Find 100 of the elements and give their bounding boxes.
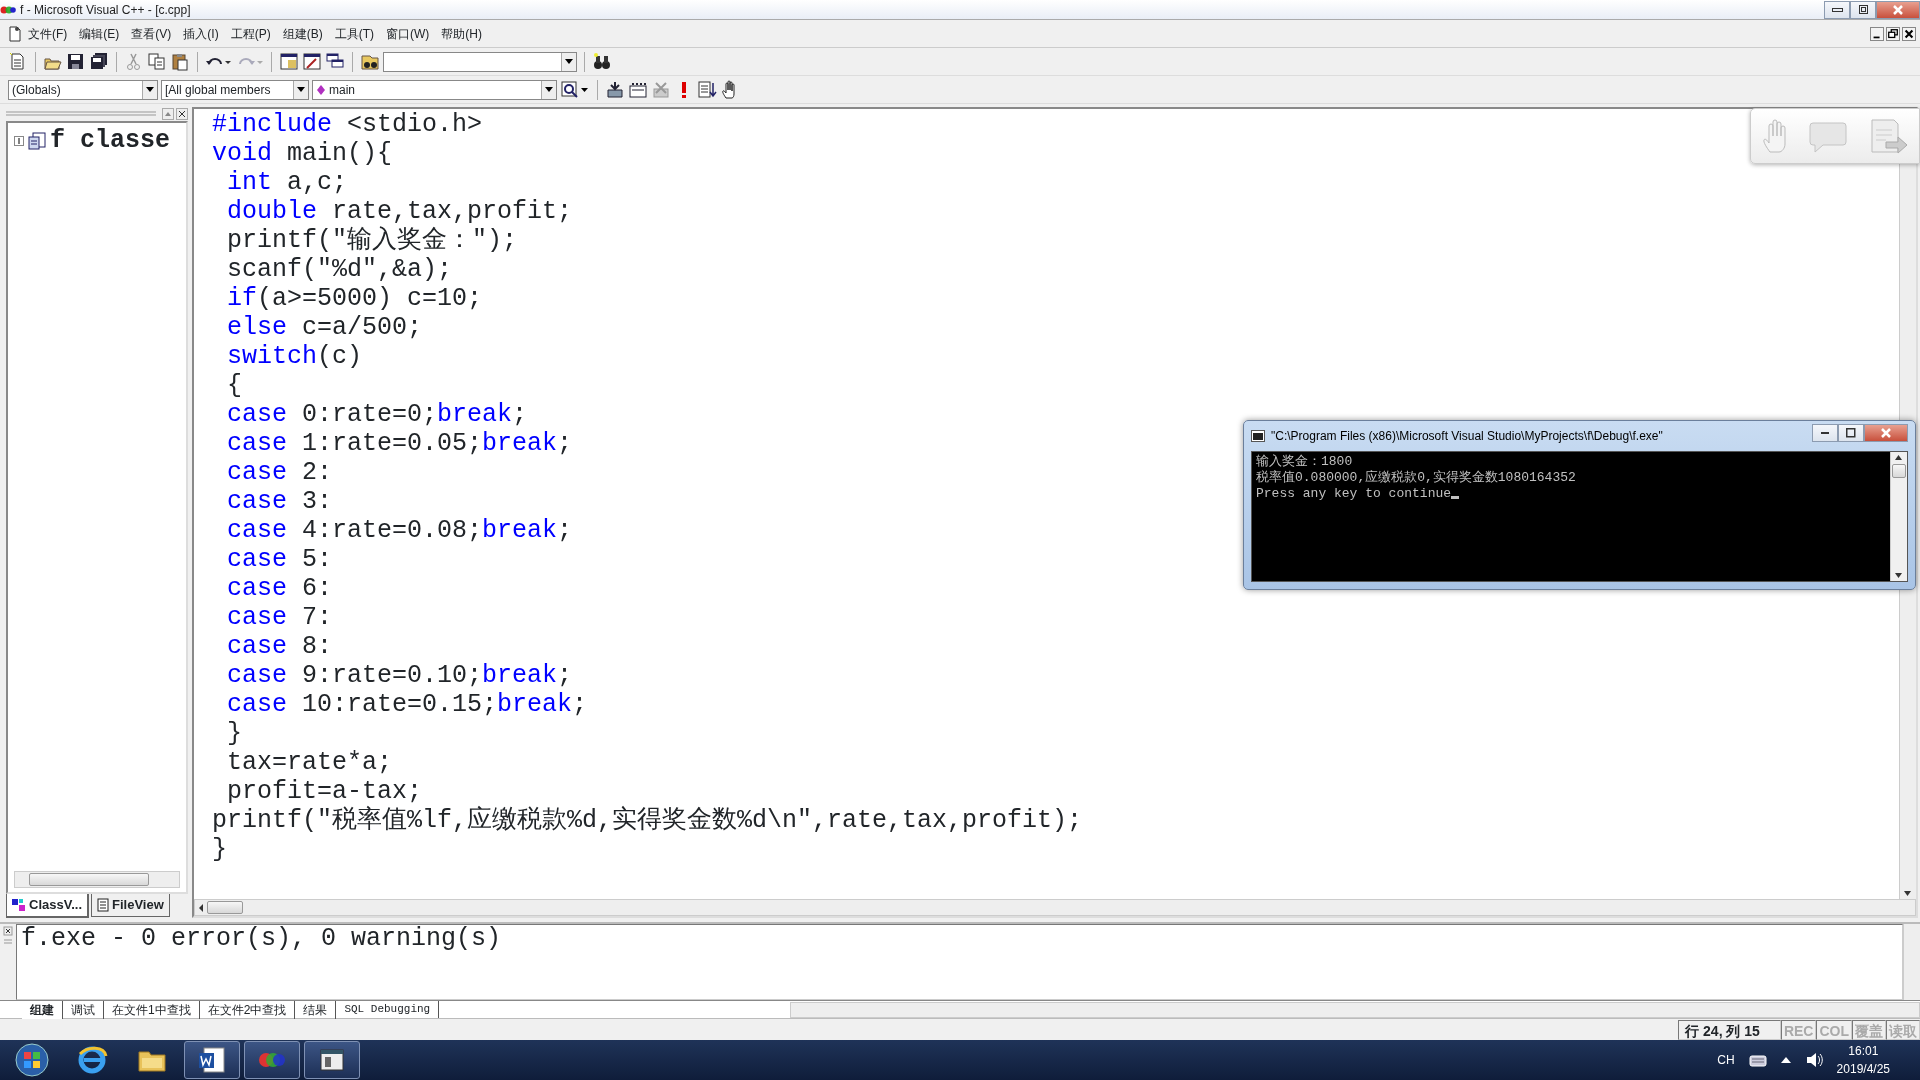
close-icon[interactable] [1902, 26, 1916, 41]
code-line: switch(c) [226, 342, 363, 371]
close-icon[interactable] [176, 108, 188, 120]
maximize-button[interactable] [1838, 424, 1864, 442]
clock-time[interactable]: 16:01 [1848, 1042, 1879, 1060]
clipboard-icon[interactable] [170, 51, 190, 72]
code-line: } [226, 719, 242, 748]
restore-button[interactable] [1850, 0, 1876, 19]
status-indicator: 覆盖 [1852, 1019, 1886, 1040]
output-tab[interactable]: 结果 [295, 1000, 337, 1019]
magnifier-icon[interactable] [560, 79, 590, 100]
taskbar-button[interactable] [304, 1041, 360, 1079]
document-icon [8, 25, 22, 42]
code-line: tax=rate*a; [226, 748, 393, 777]
close-button[interactable] [1864, 424, 1908, 442]
code-line: void main(){ [212, 139, 393, 168]
code-line: { [226, 371, 242, 400]
save-all-icon[interactable] [89, 51, 109, 72]
code-line: case 5: [226, 545, 333, 574]
restore-icon[interactable] [1886, 26, 1900, 41]
document-icon [97, 897, 109, 912]
text-cursor [1451, 496, 1460, 499]
panel-tab[interactable]: FileView [91, 894, 170, 917]
console-icon [1251, 430, 1265, 442]
copy-icon[interactable] [147, 51, 167, 72]
horizontal-scrollbar[interactable] [194, 899, 1916, 916]
function-combo[interactable]: main [312, 79, 557, 100]
compile-icon[interactable] [605, 79, 625, 100]
code-line: else c=a/500; [226, 313, 423, 342]
code-line: case 3: [226, 487, 333, 516]
diamond-icon [316, 83, 326, 96]
close-button[interactable] [1876, 0, 1920, 19]
close-icon [1881, 428, 1891, 438]
menu-item[interactable]: 插入(I) [177, 22, 225, 45]
panel-tab[interactable]: ClassV... [6, 894, 89, 918]
code-line: case 10:rate=0.15;break; [226, 690, 588, 719]
code-line: case 4:rate=0.08;break; [226, 516, 573, 545]
tree-item[interactable]: f classe [50, 127, 171, 155]
scrollbar-thumb[interactable] [29, 873, 149, 886]
menu-item[interactable]: 文件(F) [22, 22, 74, 45]
window-icon[interactable] [279, 51, 299, 72]
menu-item[interactable]: 工程(P) [224, 22, 277, 45]
status-indicator: 读取 [1886, 1019, 1920, 1040]
expand-icon[interactable] [14, 136, 24, 146]
minimize-button[interactable] [1812, 424, 1838, 442]
output-tab[interactable]: 组建 [22, 1000, 63, 1019]
pane-grip-icon [3, 926, 13, 944]
console-line: 输入奖金：1800 [1256, 454, 1354, 470]
output-text: f.exe - 0 error(s), 0 warning(s) [16, 924, 1903, 1000]
horizontal-scrollbar[interactable] [14, 871, 180, 888]
menu-item[interactable]: 帮助(H) [435, 22, 488, 45]
minimize-button[interactable] [1824, 0, 1850, 19]
menu-item[interactable]: 查看(V) [125, 22, 178, 45]
output-tab[interactable]: 在文件2中查找 [199, 1000, 296, 1019]
speaker-icon[interactable] [1804, 1052, 1823, 1068]
dropdown-arrow-icon [545, 87, 553, 92]
class-combo[interactable]: (Globals) [8, 79, 158, 100]
output-tab[interactable]: 在文件1中查找 [104, 1000, 200, 1019]
status-indicator: COL [1816, 1019, 1852, 1040]
list-arrow-icon[interactable] [697, 79, 717, 100]
code-line: } [212, 835, 227, 864]
save-icon[interactable] [66, 51, 86, 72]
menu-item[interactable]: 编辑(E) [73, 22, 126, 45]
clock-date[interactable]: 2019/4/25 [1836, 1060, 1890, 1078]
document-w-icon [196, 1044, 228, 1076]
console-line: Press any key to continue [1256, 486, 1886, 502]
browser-icon [76, 1044, 108, 1076]
close-icon [1893, 4, 1903, 15]
up-arrow-icon[interactable] [1780, 1056, 1791, 1064]
binoculars-icon[interactable] [592, 51, 612, 72]
vertical-scrollbar[interactable] [1890, 452, 1907, 581]
scrollbar-thumb[interactable] [207, 901, 243, 914]
output-tab[interactable]: SQL Debugging [336, 1001, 440, 1018]
language-indicator[interactable]: CH [1717, 1051, 1735, 1069]
code-line: case 6: [226, 574, 333, 603]
filter-combo[interactable]: [All global members [161, 79, 309, 100]
code-line: case 7: [226, 603, 333, 632]
keyboard-icon[interactable] [1748, 1053, 1767, 1067]
menu-item[interactable]: 工具(T) [328, 22, 380, 45]
taskbar-button[interactable] [184, 1041, 240, 1079]
console-title: "C:\Program Files (x86)\Microsoft Visual Studio\MyProjects\f\Debug\f.exe" [1271, 428, 1663, 445]
horizontal-scrollbar[interactable] [790, 1001, 1920, 1018]
class-tree-icon [28, 132, 46, 150]
code-line: profit=a-tax; [226, 777, 423, 806]
menu-item[interactable]: 组建(B) [276, 22, 329, 45]
minimize-icon[interactable] [1870, 26, 1884, 41]
menu-item[interactable]: 窗口(W) [380, 22, 436, 45]
code-line: case 9:rate=0.10;break; [226, 661, 573, 690]
code-line: printf("输入奖金："); [226, 226, 518, 255]
restore-icon [1858, 5, 1868, 14]
output-tab[interactable]: 调试 [63, 1000, 104, 1019]
dropdown-arrow-icon [565, 59, 573, 64]
code-line: case 8: [226, 632, 333, 661]
code-line: case 1:rate=0.05;break; [226, 429, 573, 458]
code-line: if(a>=5000) c=10; [226, 284, 483, 313]
code-line: printf("税率值%lf,应缴税款%d,实得奖金数%d\n",rate,tax,profit); [212, 806, 1083, 835]
code-line: case 0:rate=0;break; [226, 400, 528, 429]
status-indicator: REC [1780, 1019, 1817, 1040]
scrollbar-thumb[interactable] [1892, 464, 1906, 478]
find-field[interactable] [383, 51, 577, 72]
